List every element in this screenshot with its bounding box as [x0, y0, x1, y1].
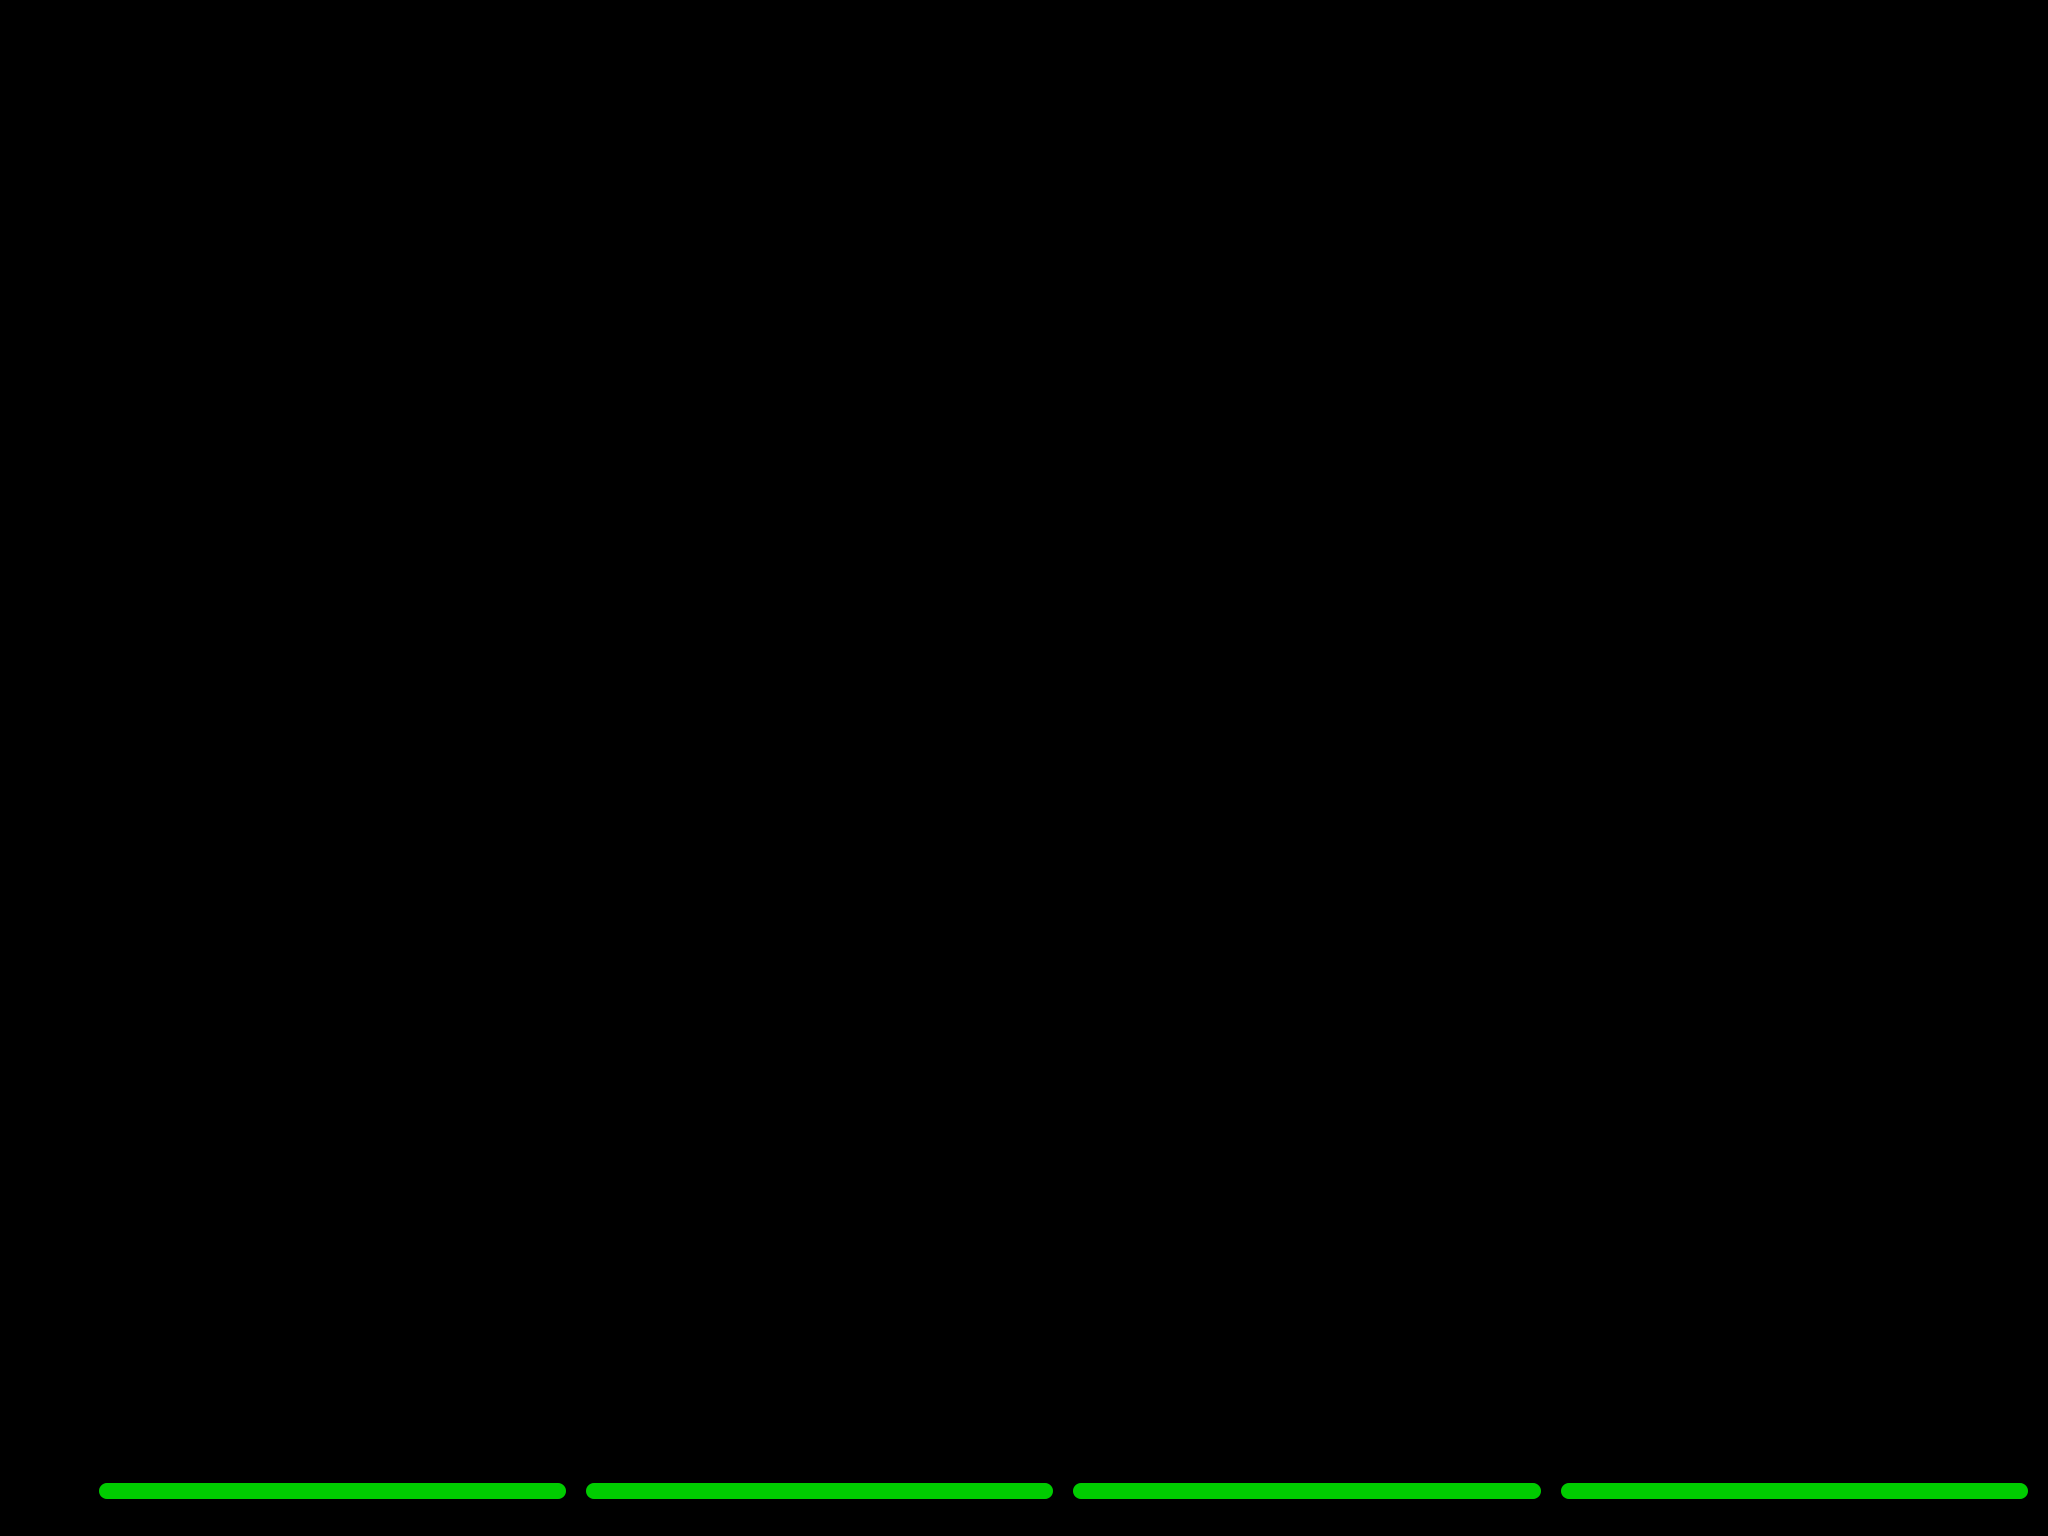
bottom-bar — [0, 1446, 2048, 1536]
score-time — [20, 1461, 49, 1521]
definition-button[interactable] — [1561, 1483, 2028, 1499]
keyboard-panel — [985, 0, 2045, 1450]
matches-button[interactable] — [586, 1483, 1053, 1499]
menu-button[interactable] — [99, 1483, 566, 1499]
extra-letter-button[interactable] — [1073, 1483, 1540, 1499]
